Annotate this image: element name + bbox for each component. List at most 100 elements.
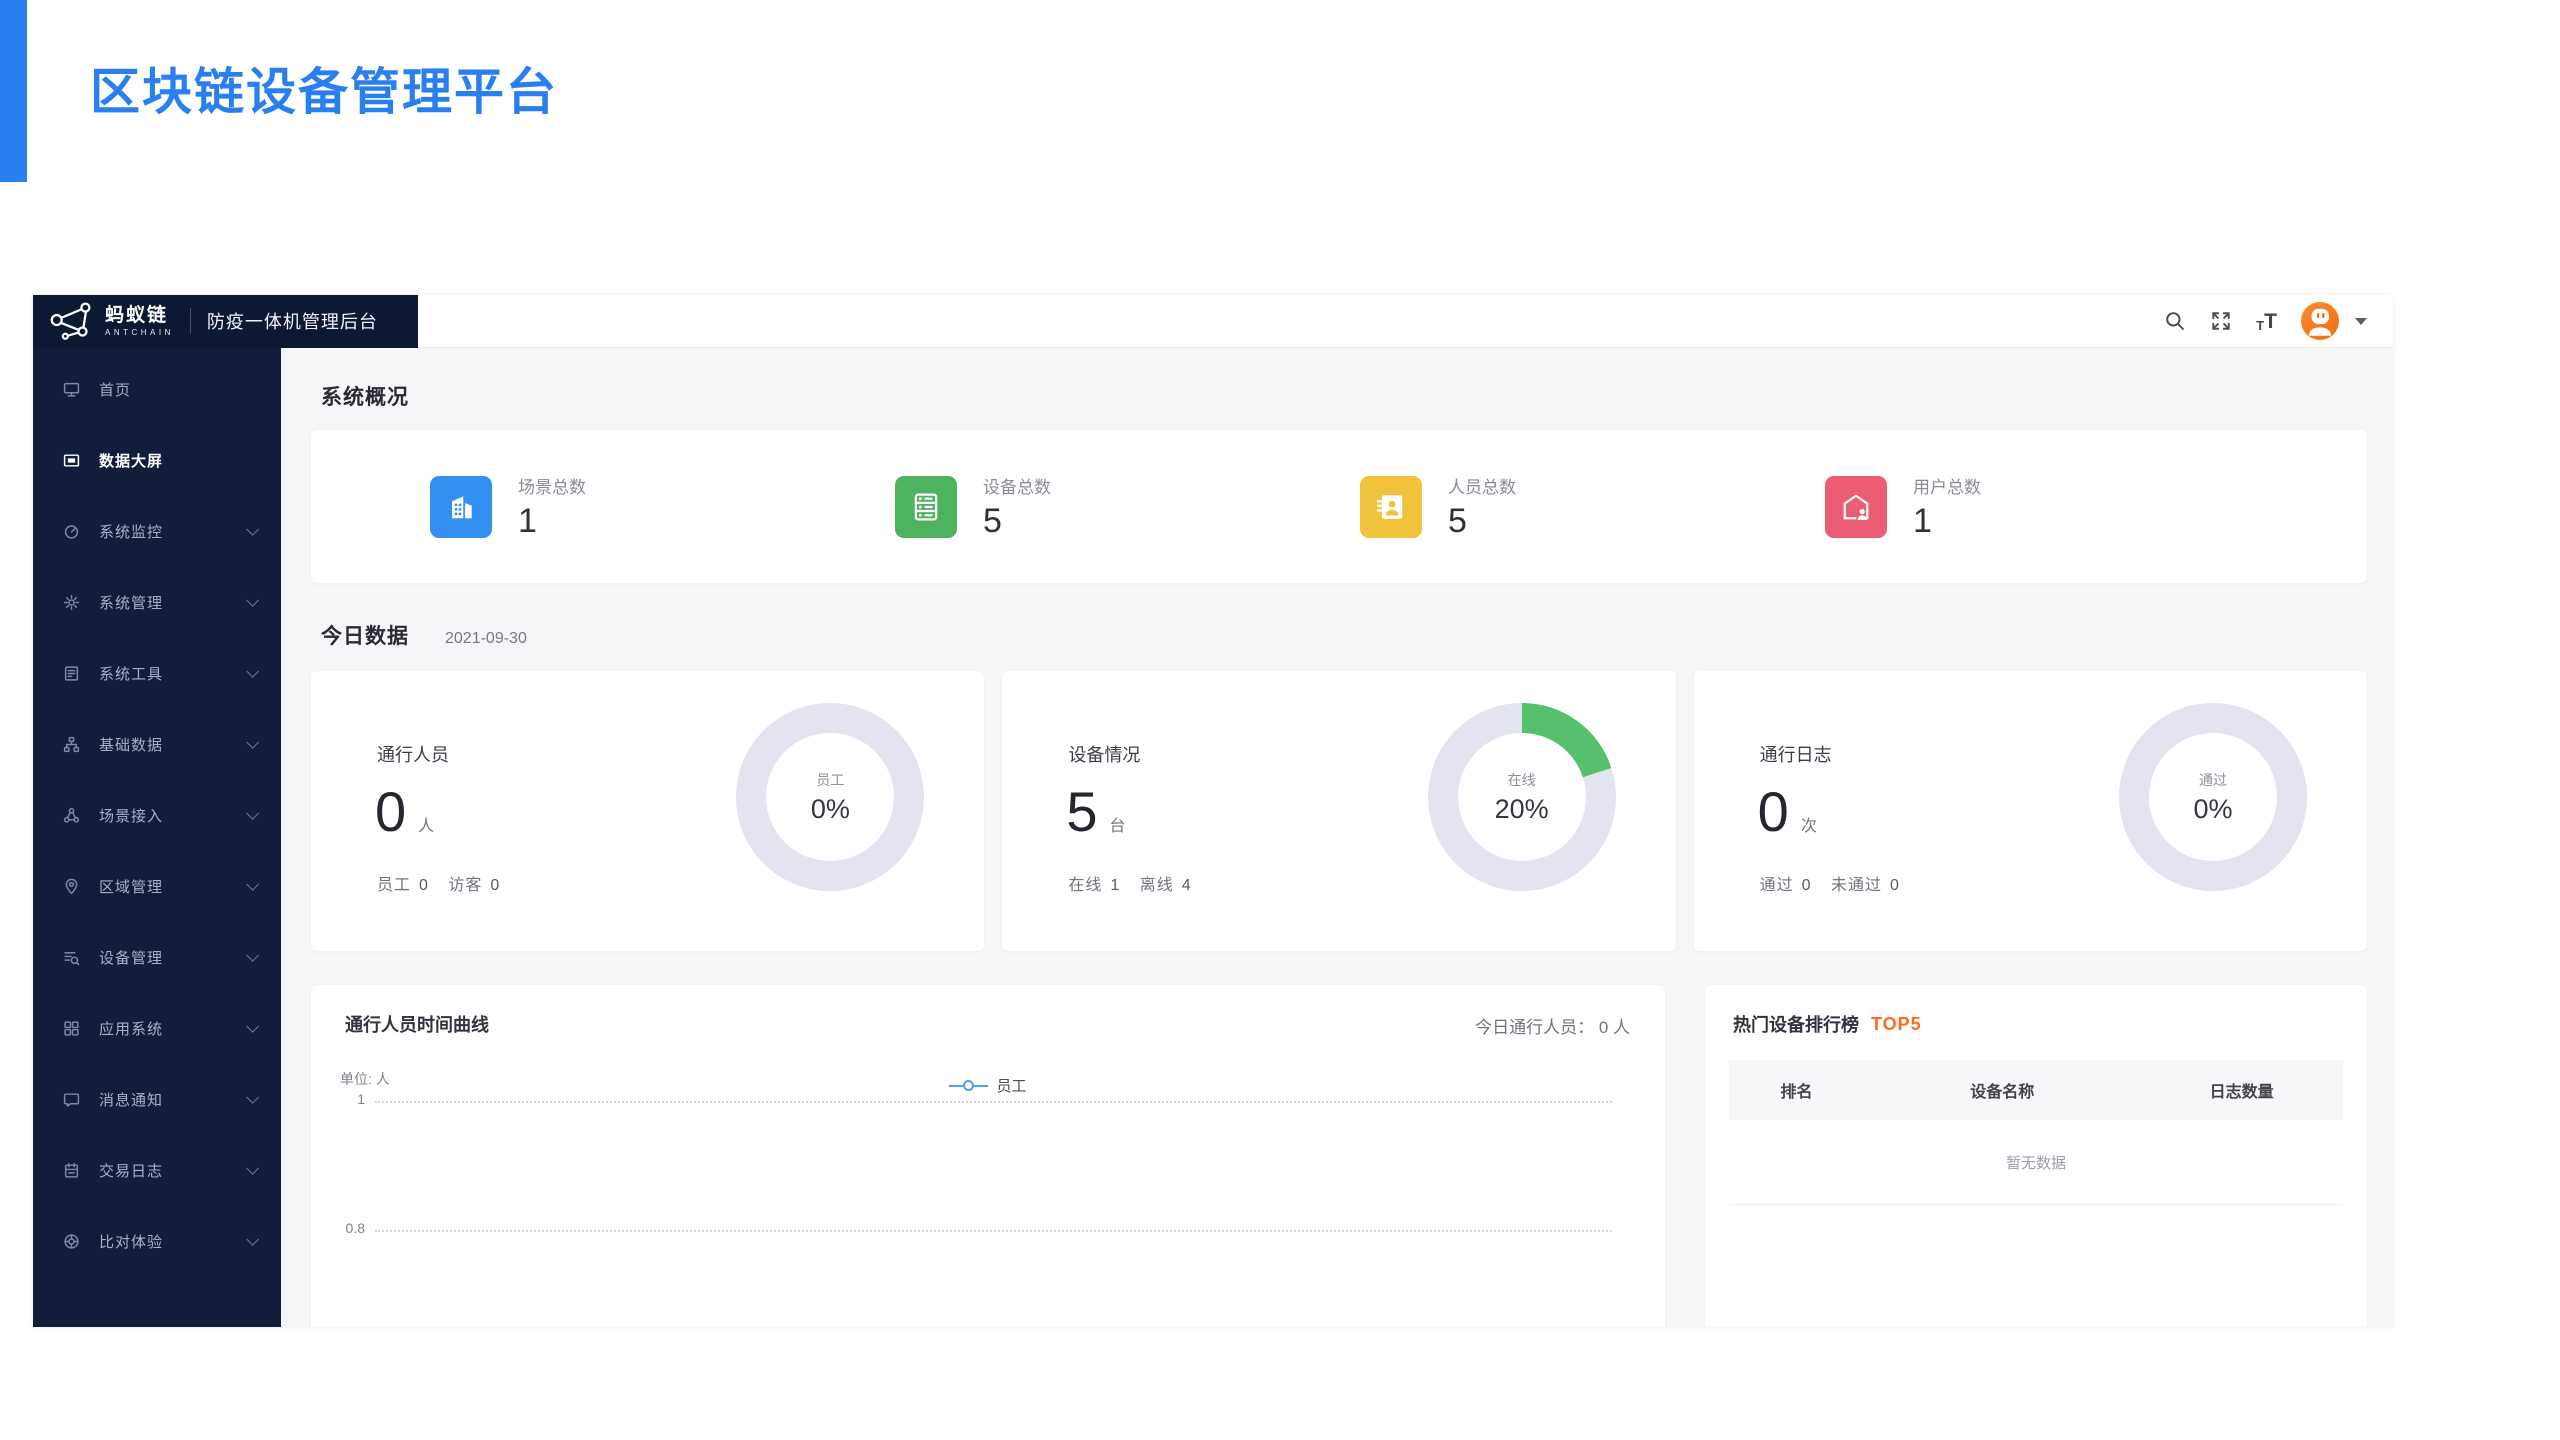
server-icon — [895, 476, 957, 538]
search-icon[interactable] — [2164, 310, 2186, 332]
top5-heading: 热门设备排行榜 TOP5 — [1729, 985, 2343, 1037]
substat-label: 在线 — [1068, 877, 1102, 894]
overview-heading: 系统概况 — [321, 381, 2367, 411]
stat-user-total: 用户总数 1 — [1825, 473, 2290, 541]
card-unit: 人 — [418, 812, 434, 836]
chevron-down-icon — [246, 1162, 259, 1175]
chevron-down-icon — [246, 523, 259, 536]
top5-badge: TOP5 — [1871, 1014, 1922, 1035]
sidebar-item-home[interactable]: 首页 — [33, 354, 281, 425]
chevron-down-icon — [246, 807, 259, 820]
page-title: 区块链设备管理平台 — [90, 52, 558, 124]
chevron-down-icon — [246, 594, 259, 607]
donut-label: 员工 — [816, 770, 844, 790]
device-status-card: 设备情况 5 台 在线1 离线4 在线 20% — [1002, 671, 1675, 951]
today-heading-row: 今日数据 2021-09-30 — [321, 620, 2367, 650]
user-avatar[interactable] — [2301, 302, 2339, 340]
sidebar-item-region-manage[interactable]: 区域管理 — [33, 851, 281, 922]
employee-ratio-donut: 员工 0% — [736, 703, 924, 891]
legend-line — [949, 1085, 963, 1087]
today-date: 2021-09-30 — [445, 630, 527, 648]
pass-person-card: 通行人员 0 人 员工0 访客0 员工 0% — [311, 671, 984, 951]
today-heading: 今日数据 — [321, 620, 409, 650]
chevron-down-icon — [246, 665, 259, 678]
top5-device-card: 热门设备排行榜 TOP5 排名 设备名称 日志数量 暂无数据 — [1705, 985, 2367, 1327]
legend-label: 员工 — [996, 1075, 1026, 1096]
accent-bar — [0, 0, 27, 182]
brand-divider — [190, 308, 191, 334]
sidebar-item-compare-experience[interactable]: 比对体验 — [33, 1206, 281, 1277]
substat-value: 1 — [1110, 877, 1120, 894]
donut-percent: 0% — [811, 794, 850, 825]
sidebar-item-system-manage[interactable]: 系统管理 — [33, 567, 281, 638]
sidebar-item-data-screen[interactable]: 数据大屏 — [33, 425, 281, 496]
font-size-icon[interactable]: TT — [2256, 311, 2277, 332]
legend-marker-icon — [963, 1080, 974, 1091]
donut-label: 通过 — [2199, 770, 2227, 790]
card-value: 5 — [1066, 779, 1097, 844]
gauge-icon — [63, 523, 80, 540]
data-screen-icon — [63, 452, 80, 469]
sidebar-item-label: 应用系统 — [99, 1018, 163, 1039]
message-bubble-icon — [63, 1091, 80, 1108]
chevron-down-icon — [246, 1091, 259, 1104]
header-actions: TT — [2164, 302, 2393, 340]
card-substats: 在线1 离线4 — [1068, 871, 1205, 895]
house-user-icon — [1825, 476, 1887, 538]
sidebar-item-base-data[interactable]: 基础数据 — [33, 709, 281, 780]
avatar-dropdown-caret[interactable] — [2355, 318, 2367, 325]
pass-log-card: 通行日志 0 次 通过0 未通过0 通过 0% — [1694, 671, 2367, 951]
substat-label: 离线 — [1140, 877, 1174, 894]
substat-value: 0 — [419, 877, 429, 894]
antchain-logo-icon — [49, 300, 95, 342]
map-pin-icon — [63, 878, 80, 895]
column-rank: 排名 — [1729, 1078, 1864, 1102]
substat-label: 未通过 — [1831, 877, 1882, 894]
robot-avatar-icon — [2301, 302, 2339, 340]
fullscreen-icon[interactable] — [2210, 310, 2232, 332]
sidebar-item-scene-access[interactable]: 场景接入 — [33, 780, 281, 851]
apps-grid-icon — [63, 1020, 80, 1037]
sidebar-item-label: 首页 — [99, 379, 131, 400]
annotation-value: 0 人 — [1599, 1018, 1630, 1037]
pass-rate-donut: 通过 0% — [2119, 703, 2307, 891]
card-unit: 台 — [1109, 812, 1125, 836]
y-tick-1: 1 — [325, 1091, 365, 1107]
brand-text: 蚂蚁链 ANTCHAIN — [105, 306, 174, 337]
sidebar-item-system-tools[interactable]: 系统工具 — [33, 638, 281, 709]
top5-title: 热门设备排行榜 — [1733, 1011, 1859, 1037]
stat-label: 场景总数 — [518, 473, 586, 498]
brand-logo-block[interactable]: 蚂蚁链 ANTCHAIN 防疫一体机管理后台 — [33, 295, 418, 348]
font-size-small-letter: T — [2256, 319, 2264, 332]
card-title: 通行日志 — [1760, 741, 1832, 767]
chevron-down-icon — [246, 1020, 259, 1033]
substat-label: 员工 — [377, 877, 411, 894]
gridline-1 — [375, 1101, 1612, 1103]
sidebar-item-transaction-log[interactable]: 交易日志 — [33, 1135, 281, 1206]
today-cards-row: 通行人员 0 人 员工0 访客0 员工 0% — [311, 671, 2367, 951]
stat-value: 5 — [1448, 502, 1516, 541]
stat-value: 1 — [1913, 502, 1981, 541]
legend-employee[interactable]: 员工 — [311, 1075, 1665, 1096]
stat-scene-total: 场景总数 1 — [430, 473, 895, 541]
bottom-row: 通行人员时间曲线 今日通行人员： 0 人 单位: 人 员工 1 — [311, 985, 2367, 1327]
sidebar-item-system-monitor[interactable]: 系统监控 — [33, 496, 281, 567]
sidebar-item-app-system[interactable]: 应用系统 — [33, 993, 281, 1064]
card-unit: 次 — [1801, 812, 1817, 836]
sidebar-item-label: 系统管理 — [99, 592, 163, 613]
legend-line — [974, 1085, 988, 1087]
stat-person-total: 人员总数 5 — [1360, 473, 1825, 541]
chevron-down-icon — [246, 1233, 259, 1246]
admin-app-window: 蚂蚁链 ANTCHAIN 防疫一体机管理后台 TT — [33, 295, 2393, 1327]
online-rate-donut: 在线 20% — [1428, 703, 1616, 891]
donut-percent: 20% — [1495, 794, 1549, 825]
chart-title: 通行人员时间曲线 — [345, 1011, 489, 1037]
gear-icon — [63, 594, 80, 611]
sidebar-item-label: 系统监控 — [99, 521, 163, 542]
sidebar-item-message-notify[interactable]: 消息通知 — [33, 1064, 281, 1135]
main-content: 系统概况 场景总数 1 — [281, 348, 2393, 1327]
stat-value: 1 — [518, 502, 586, 541]
calendar-log-icon — [63, 1162, 80, 1179]
sidebar-item-device-manage[interactable]: 设备管理 — [33, 922, 281, 993]
substat-label: 访客 — [448, 877, 482, 894]
